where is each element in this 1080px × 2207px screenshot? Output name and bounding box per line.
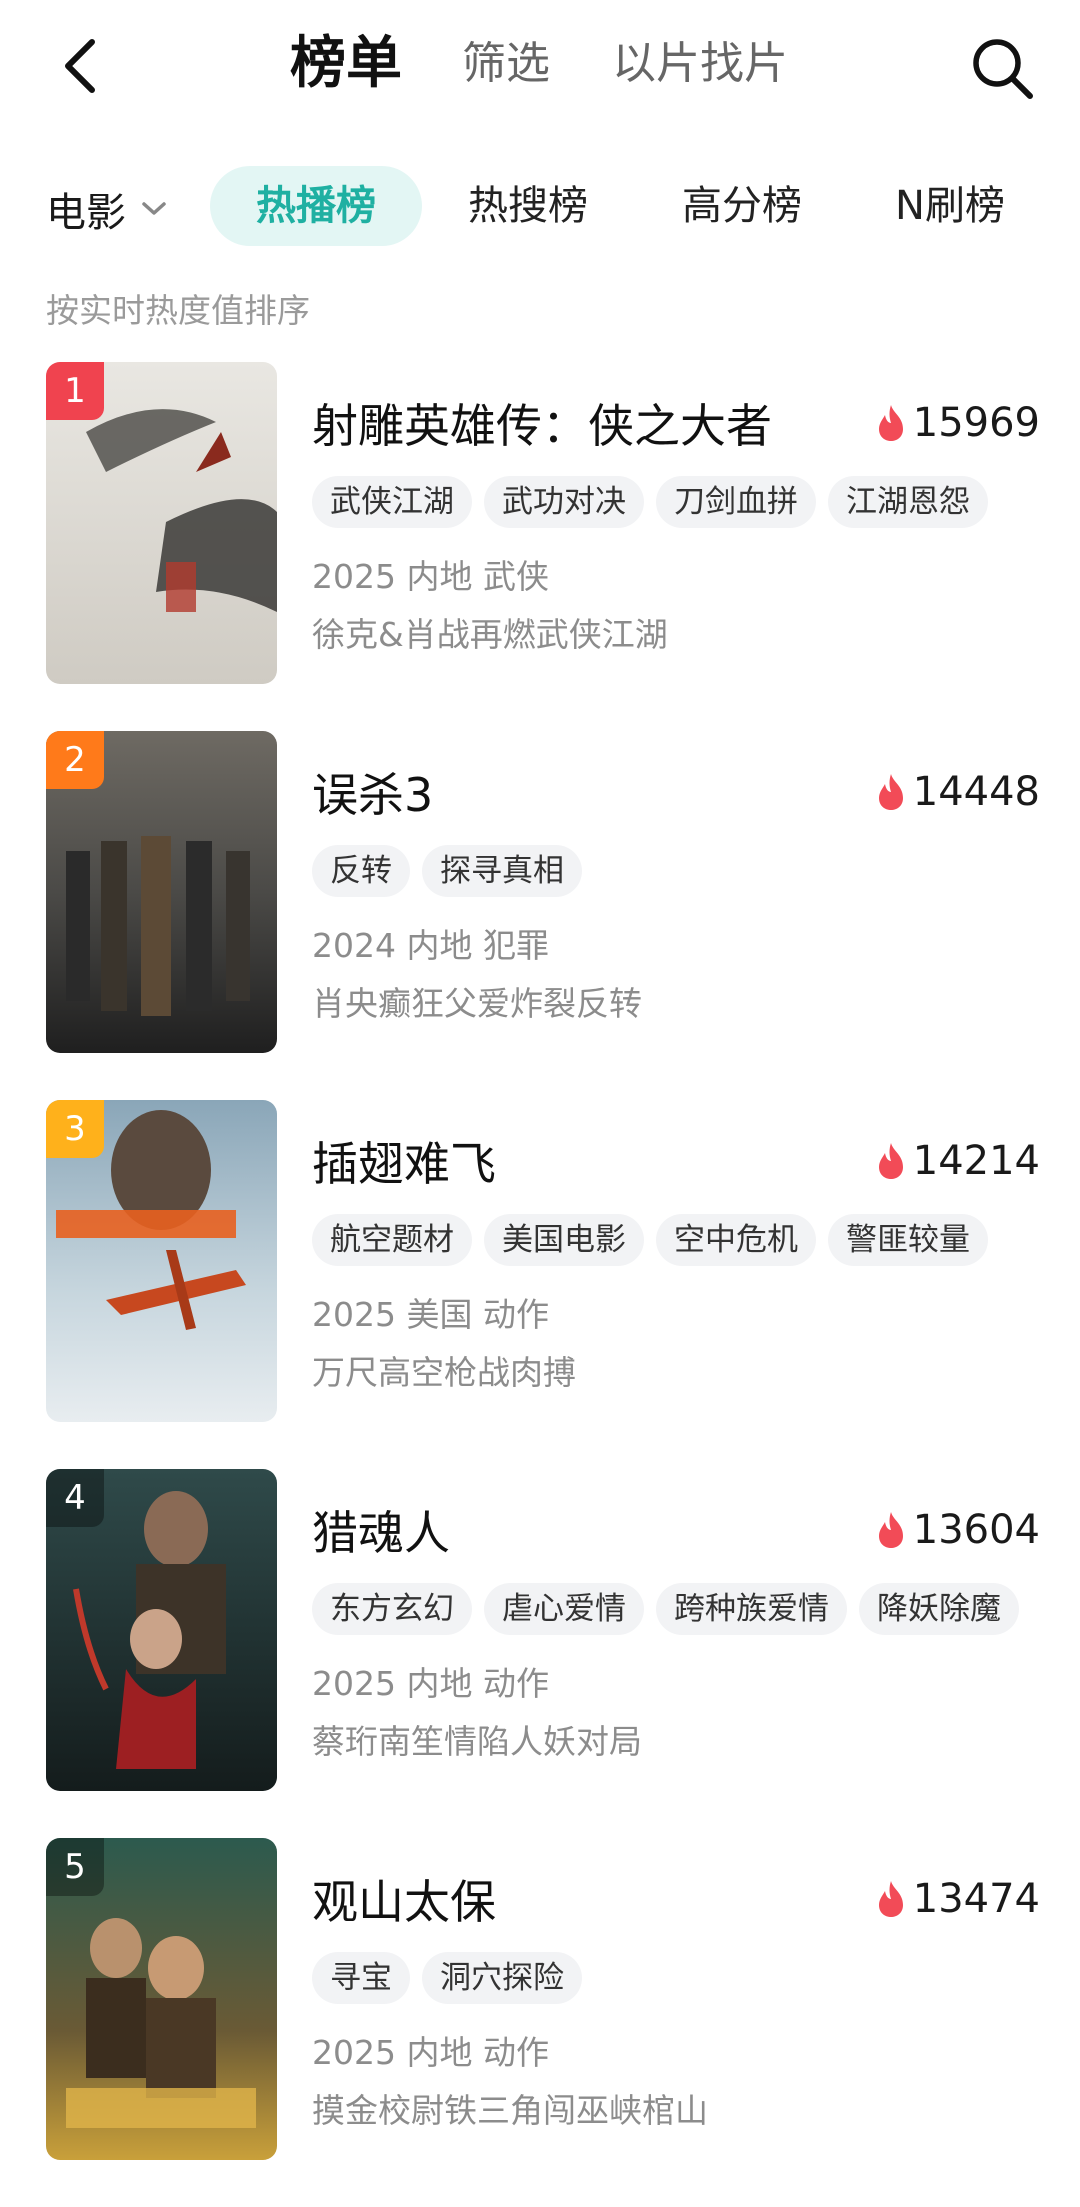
poster-image[interactable]: 2 bbox=[46, 731, 277, 1053]
sort-hint: 按实时热度值排序 bbox=[46, 291, 310, 330]
movie-desc: 摸金校尉铁三角闯巫峡棺山 bbox=[312, 2091, 708, 2130]
movie-desc: 肖央癫狂父爱炸裂反转 bbox=[312, 984, 642, 1023]
movie-desc: 蔡珩南笙情陷人妖对局 bbox=[312, 1722, 642, 1761]
search-icon[interactable] bbox=[968, 34, 1036, 102]
movie-desc: 万尺高空枪战肉搏 bbox=[312, 1353, 576, 1392]
rank-badge: 2 bbox=[46, 731, 104, 789]
tab-hot-search[interactable]: 热搜榜 bbox=[428, 166, 628, 246]
tag[interactable]: 武功对决 bbox=[484, 476, 644, 528]
heat-value: 14448 bbox=[912, 769, 1040, 815]
movie-title[interactable]: 误杀3 bbox=[312, 759, 433, 825]
flame-icon bbox=[878, 405, 903, 441]
tag[interactable]: 降妖除魔 bbox=[859, 1583, 1019, 1635]
list-item[interactable]: 2 误杀3 14448 反转 探寻真相 2024 内地 犯罪 肖央癫狂父爱炸裂反… bbox=[0, 731, 1080, 1100]
movie-meta: 2025 内地 动作 bbox=[312, 2033, 549, 2072]
tag[interactable]: 洞穴探险 bbox=[422, 1952, 582, 2004]
tab-hot-play[interactable]: 热播榜 bbox=[210, 166, 422, 246]
tag[interactable]: 江湖恩怨 bbox=[828, 476, 988, 528]
tab-high-score[interactable]: 高分榜 bbox=[642, 166, 842, 246]
movie-meta: 2025 美国 动作 bbox=[312, 1295, 549, 1334]
list-item[interactable]: 4 猎魂人 13604 东方玄幻 虐心爱情 跨种族爱情 降妖除魔 2025 内地… bbox=[0, 1469, 1080, 1838]
tag[interactable]: 跨种族爱情 bbox=[656, 1583, 847, 1635]
list-item[interactable]: 1 射雕英雄传：侠之大者 15969 武侠江湖 武功对决 刀剑血拼 江湖恩怨 2… bbox=[0, 362, 1080, 731]
back-icon[interactable] bbox=[52, 34, 116, 98]
tag[interactable]: 东方玄幻 bbox=[312, 1583, 472, 1635]
movie-title[interactable]: 观山太保 bbox=[312, 1866, 496, 1932]
ranking-list: 1 射雕英雄传：侠之大者 15969 武侠江湖 武功对决 刀剑血拼 江湖恩怨 2… bbox=[0, 362, 1080, 2207]
movie-meta: 2024 内地 犯罪 bbox=[312, 926, 549, 965]
tag[interactable]: 航空题材 bbox=[312, 1214, 472, 1266]
flame-icon bbox=[878, 1512, 903, 1548]
tag[interactable]: 寻宝 bbox=[312, 1952, 410, 2004]
chevron-down-icon bbox=[142, 202, 166, 215]
rank-badge: 3 bbox=[46, 1100, 104, 1158]
movie-desc: 徐克&肖战再燃武侠江湖 bbox=[312, 615, 668, 654]
top-bar: 榜单 筛选 以片找片 bbox=[0, 0, 1080, 140]
top-tabs: 榜单 筛选 以片找片 bbox=[290, 28, 850, 100]
heat-value: 13474 bbox=[912, 1876, 1040, 1922]
heat-value: 13604 bbox=[912, 1507, 1040, 1553]
heat-score: 15969 bbox=[875, 400, 1040, 446]
tag-list: 寻宝 洞穴探险 bbox=[312, 1952, 594, 2004]
tab-find-by-movie[interactable]: 以片找片 bbox=[612, 28, 788, 100]
tag[interactable]: 反转 bbox=[312, 845, 410, 897]
heat-value: 15969 bbox=[912, 400, 1040, 446]
poster-image[interactable]: 1 bbox=[46, 362, 277, 684]
heat-score: 13604 bbox=[875, 1507, 1040, 1553]
flame-icon bbox=[878, 1881, 903, 1917]
heat-score: 14448 bbox=[875, 769, 1040, 815]
poster-image[interactable]: 5 bbox=[46, 1838, 277, 2160]
tab-ranking[interactable]: 榜单 bbox=[290, 28, 402, 100]
list-item[interactable]: 3 插翅难飞 14214 航空题材 美国电影 空中危机 警匪较量 2025 美国… bbox=[0, 1100, 1080, 1469]
tag[interactable]: 虐心爱情 bbox=[484, 1583, 644, 1635]
tag[interactable]: 探寻真相 bbox=[422, 845, 582, 897]
tag-list: 武侠江湖 武功对决 刀剑血拼 江湖恩怨 bbox=[312, 476, 1000, 528]
heat-score: 13474 bbox=[875, 1876, 1040, 1922]
heat-score: 14214 bbox=[875, 1138, 1040, 1184]
tag[interactable]: 空中危机 bbox=[656, 1214, 816, 1266]
tag[interactable]: 警匪较量 bbox=[828, 1214, 988, 1266]
poster-image[interactable]: 3 bbox=[46, 1100, 277, 1422]
tag[interactable]: 武侠江湖 bbox=[312, 476, 472, 528]
movie-title[interactable]: 射雕英雄传：侠之大者 bbox=[312, 390, 772, 456]
flame-icon bbox=[878, 774, 903, 810]
rank-badge: 1 bbox=[46, 362, 104, 420]
tag-list: 东方玄幻 虐心爱情 跨种族爱情 降妖除魔 bbox=[312, 1583, 1031, 1635]
tag-list: 航空题材 美国电影 空中危机 警匪较量 bbox=[312, 1214, 1000, 1266]
heat-value: 14214 bbox=[912, 1138, 1040, 1184]
tag[interactable]: 美国电影 bbox=[484, 1214, 644, 1266]
poster-image[interactable]: 4 bbox=[46, 1469, 277, 1791]
movie-meta: 2025 内地 武侠 bbox=[312, 557, 549, 596]
movie-title[interactable]: 插翅难飞 bbox=[312, 1128, 496, 1194]
tag-list: 反转 探寻真相 bbox=[312, 845, 594, 897]
tag[interactable]: 刀剑血拼 bbox=[656, 476, 816, 528]
category-dropdown-label: 电影 bbox=[46, 190, 126, 236]
movie-meta: 2025 内地 动作 bbox=[312, 1664, 549, 1703]
flame-icon bbox=[878, 1143, 903, 1179]
rank-badge: 4 bbox=[46, 1469, 104, 1527]
rank-badge: 5 bbox=[46, 1838, 104, 1896]
category-dropdown[interactable]: 电影 bbox=[46, 180, 168, 238]
list-item[interactable]: 5 观山太保 13474 寻宝 洞穴探险 2025 内地 动作 摸金校尉铁三角闯… bbox=[0, 1838, 1080, 2207]
category-row: 电影 热播榜 热搜榜 高分榜 N刷榜 bbox=[0, 166, 1080, 274]
tab-n-rewatch[interactable]: N刷榜 bbox=[850, 166, 1050, 246]
movie-title[interactable]: 猎魂人 bbox=[312, 1497, 450, 1563]
tab-filter[interactable]: 筛选 bbox=[462, 28, 550, 100]
